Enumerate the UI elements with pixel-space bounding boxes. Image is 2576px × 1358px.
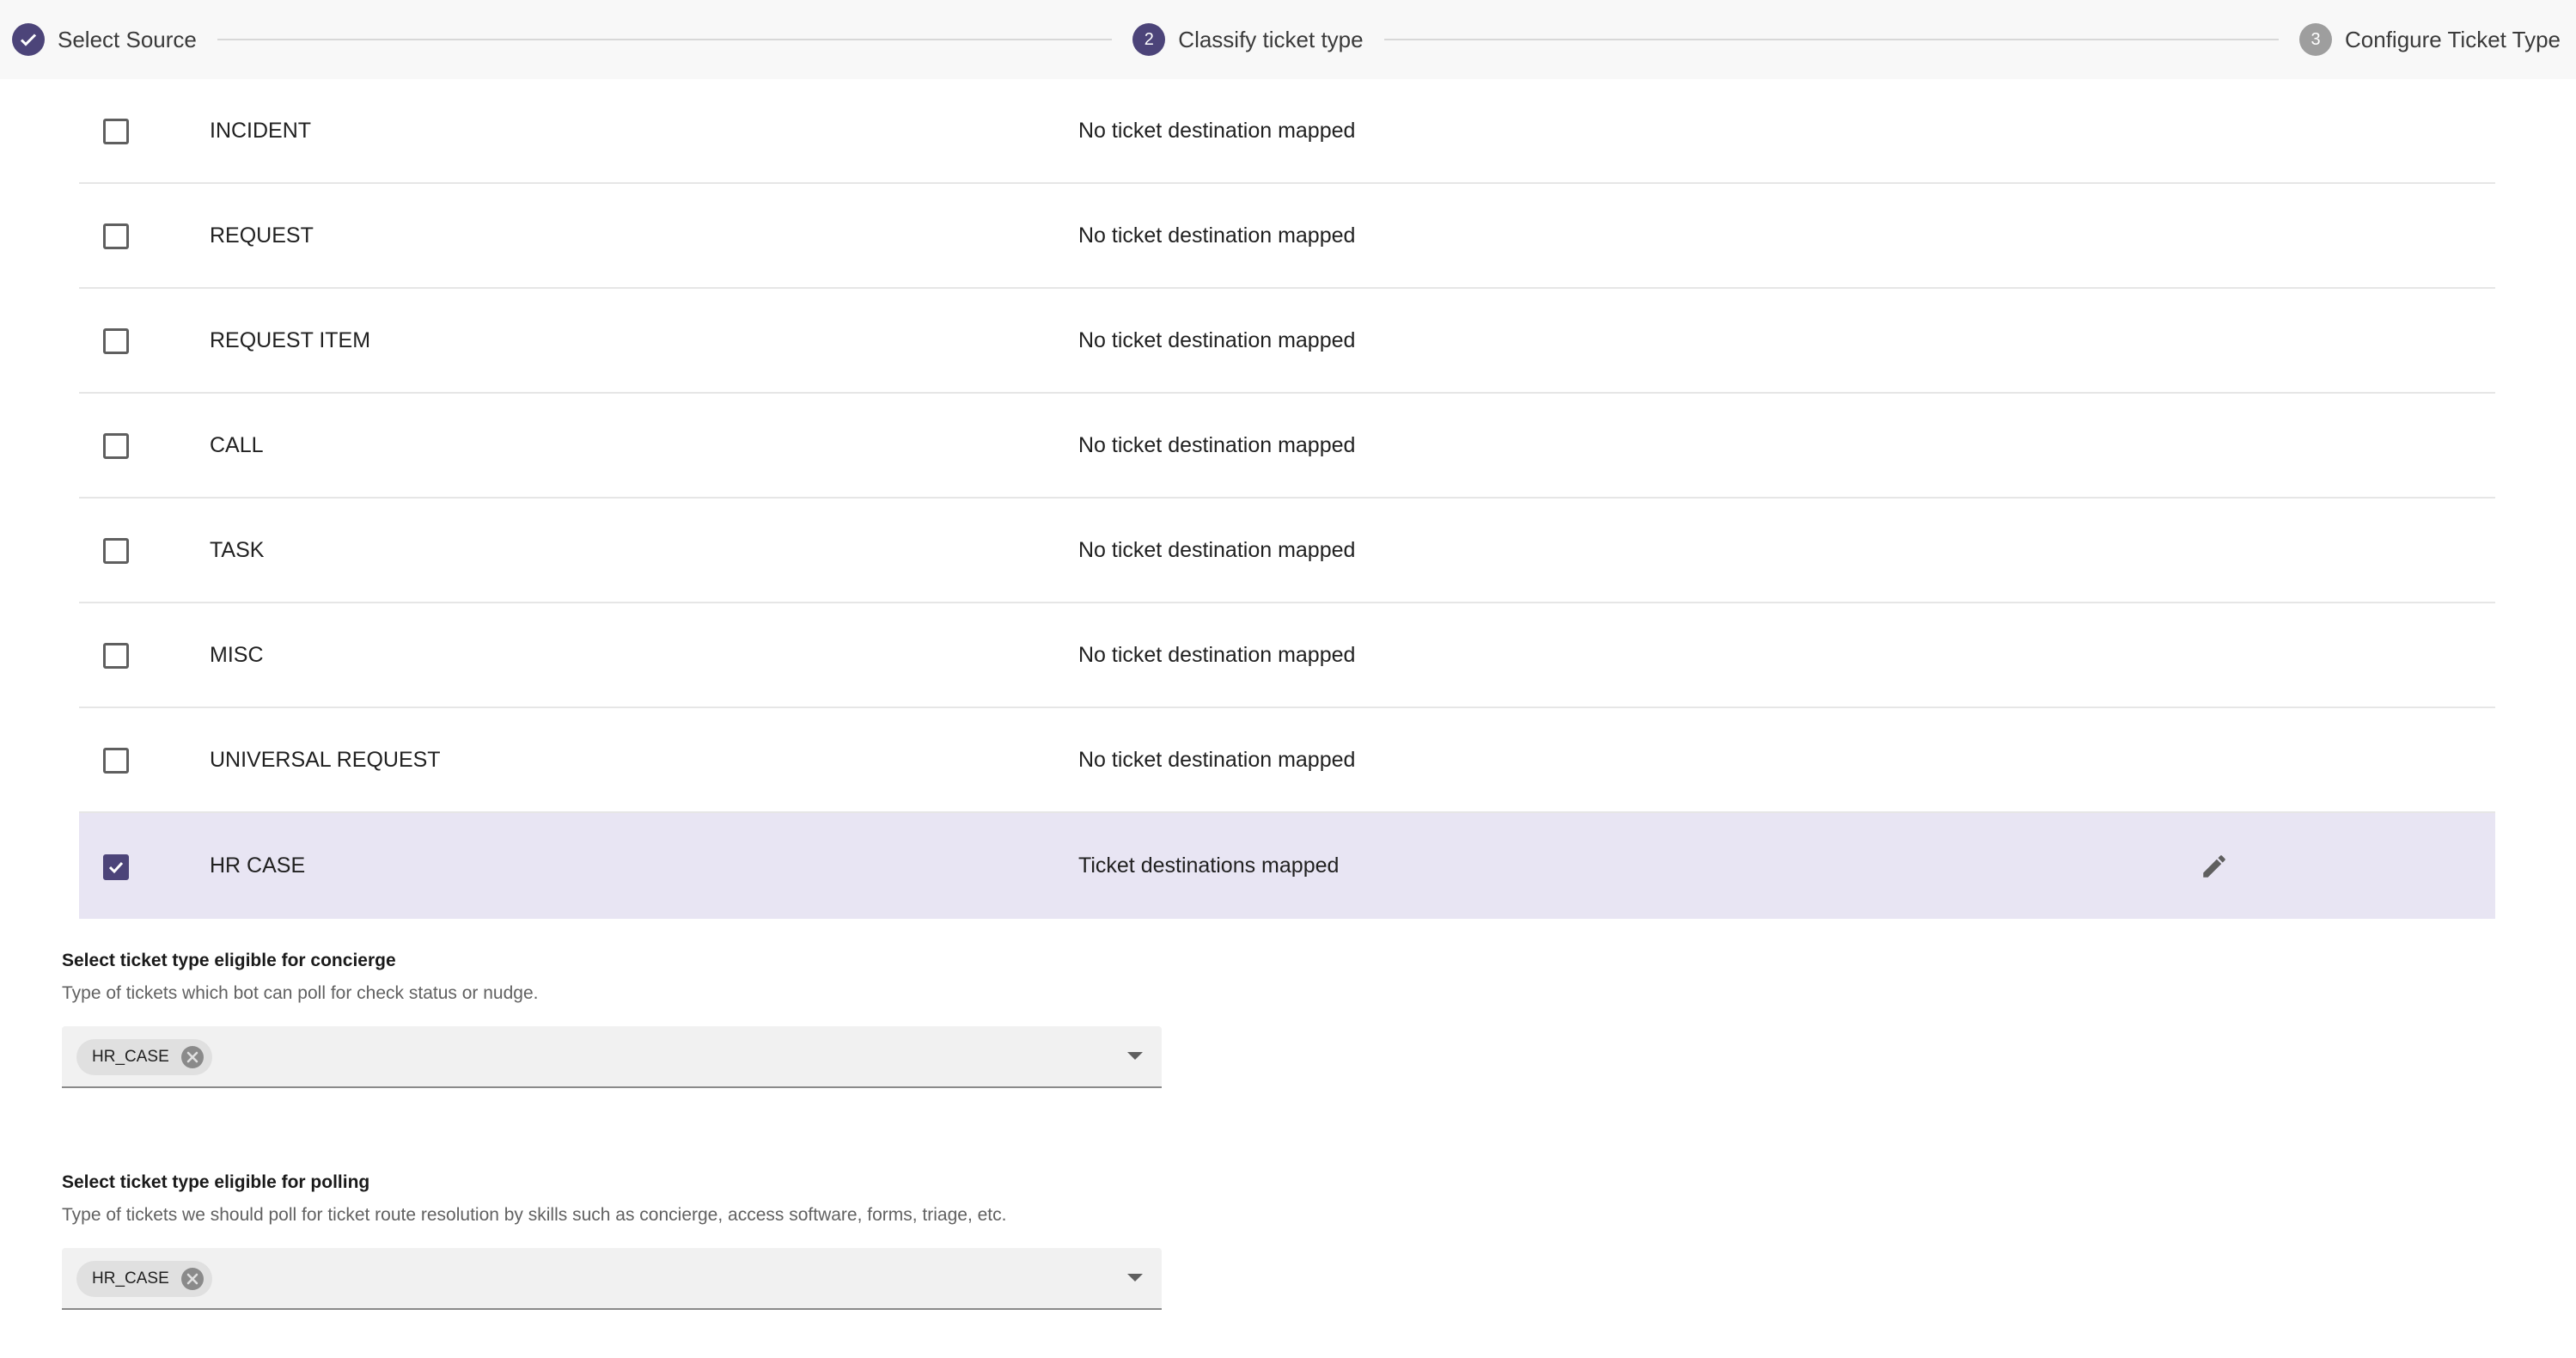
ticket-type-name: REQUEST ITEM	[210, 327, 371, 352]
dropdown-arrow-icon[interactable]	[1127, 1052, 1143, 1060]
remove-chip-icon[interactable]	[180, 1266, 205, 1292]
chip-label: HR_CASE	[92, 1048, 169, 1066]
concierge-ticket-type-select[interactable]: HR_CASE	[62, 1026, 1162, 1088]
step-number: 2	[1132, 23, 1166, 56]
edit-icon[interactable]	[2200, 852, 2229, 881]
row-checkbox[interactable]	[103, 643, 129, 669]
step-number: 3	[2299, 23, 2333, 56]
concierge-section: Select ticket type eligible for concierg…	[62, 951, 1162, 1088]
section-title: Select ticket type eligible for polling	[62, 1172, 370, 1192]
table-row[interactable]: CALL No ticket destination mapped	[79, 394, 2495, 499]
polling-ticket-type-select[interactable]: HR_CASE	[62, 1248, 1162, 1310]
row-checkbox[interactable]	[103, 853, 129, 880]
row-checkbox[interactable]	[103, 223, 129, 249]
step-connector	[217, 39, 1113, 40]
table-row[interactable]: UNIVERSAL REQUEST No ticket destination m…	[79, 708, 2495, 813]
ticket-type-table: INCIDENT No ticket destination mapped REQU…	[79, 79, 2495, 919]
step-select-source[interactable]: Select Source	[12, 23, 197, 56]
mapping-status: No ticket destination mapped	[1078, 537, 1356, 562]
row-checkbox[interactable]	[103, 328, 129, 354]
mapping-status: No ticket destination mapped	[1078, 642, 1356, 667]
check-icon	[108, 861, 124, 873]
step-label: Classify ticket type	[1178, 26, 1364, 52]
remove-chip-icon[interactable]	[180, 1044, 205, 1070]
section-title: Select ticket type eligible for concierg…	[62, 951, 396, 970]
table-row[interactable]: REQUEST No ticket destination mapped	[79, 184, 2495, 289]
table-row[interactable]: REQUEST ITEM No ticket destination mapped	[79, 289, 2495, 394]
table-row[interactable]: MISC No ticket destination mapped	[79, 603, 2495, 708]
ticket-type-name: INCIDENT	[210, 118, 312, 143]
ticket-type-name: CALL	[210, 432, 264, 457]
table-row[interactable]: INCIDENT No ticket destination mapped	[79, 79, 2495, 184]
mapping-status: Ticket destinations mapped	[1078, 853, 1340, 878]
ticket-type-name: REQUEST	[210, 223, 314, 248]
polling-section: Select ticket type eligible for polling …	[62, 1172, 1162, 1310]
table-row[interactable]: HR CASE Ticket destinations mapped	[79, 813, 2495, 919]
mapping-status: No ticket destination mapped	[1078, 223, 1356, 248]
chip-label: HR_CASE	[92, 1269, 169, 1288]
check-icon	[12, 23, 45, 56]
row-checkbox[interactable]	[103, 748, 129, 774]
ticket-type-name: HR CASE	[210, 853, 306, 878]
step-classify-ticket-type[interactable]: 2 Classify ticket type	[1132, 23, 1364, 56]
step-connector	[1383, 39, 2280, 40]
mapping-status: No ticket destination mapped	[1078, 747, 1356, 772]
selected-chip: HR_CASE	[76, 1261, 212, 1297]
dropdown-arrow-icon[interactable]	[1127, 1274, 1143, 1282]
ticket-type-name: UNIVERSAL REQUEST	[210, 747, 441, 772]
stepper: Select Source 2 Classify ticket type 3 C…	[0, 0, 2576, 79]
table-row[interactable]: TASK No ticket destination mapped	[79, 499, 2495, 603]
row-checkbox[interactable]	[103, 538, 129, 564]
step-label: Select Source	[58, 26, 197, 52]
mapping-status: No ticket destination mapped	[1078, 432, 1356, 457]
row-checkbox[interactable]	[103, 433, 129, 459]
ticket-type-name: MISC	[210, 642, 264, 667]
mapping-status: No ticket destination mapped	[1078, 118, 1356, 143]
ticket-type-name: TASK	[210, 537, 265, 562]
step-configure-ticket-type[interactable]: 3 Configure Ticket Type	[2299, 23, 2561, 56]
section-description: Type of tickets we should poll for ticke…	[62, 1205, 1007, 1225]
step-label: Configure Ticket Type	[2345, 26, 2561, 52]
mapping-status: No ticket destination mapped	[1078, 327, 1356, 352]
row-checkbox[interactable]	[103, 119, 129, 144]
selected-chip: HR_CASE	[76, 1039, 212, 1075]
section-description: Type of tickets which bot can poll for c…	[62, 983, 539, 1003]
